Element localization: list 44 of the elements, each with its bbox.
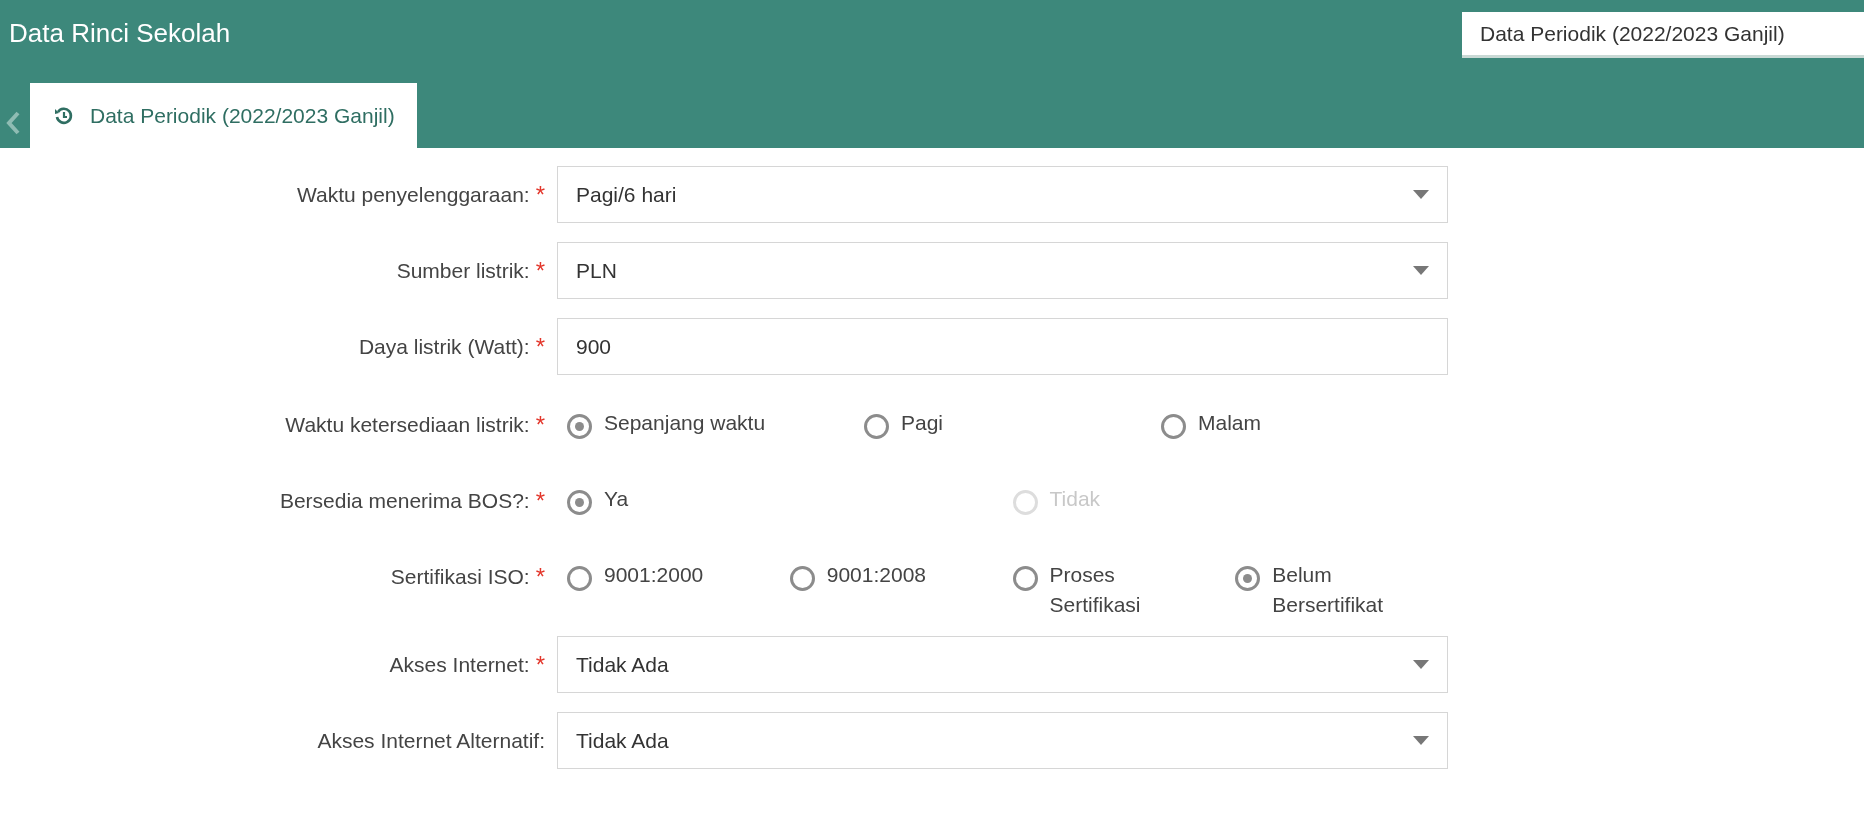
- dropdown-field[interactable]: PLN: [557, 242, 1448, 299]
- tab[interactable]: Data Periodik (2022/2023 Ganjil): [30, 83, 417, 148]
- required-mark: *: [535, 332, 545, 361]
- required-mark: *: [535, 563, 545, 591]
- page-title: Data Rinci Sekolah: [8, 17, 231, 49]
- radio-button[interactable]: [567, 566, 592, 591]
- field-label: Sumber listrik:: [396, 258, 530, 283]
- field-label: Bersedia menerima BOS?:: [279, 489, 530, 513]
- dropdown-field[interactable]: Tidak Ada: [557, 636, 1448, 693]
- radio-option[interactable]: Pagi: [854, 412, 1151, 439]
- radio-option[interactable]: 9001:2008: [779, 564, 1003, 620]
- radio-option[interactable]: Proses Sertifikasi: [1002, 564, 1226, 620]
- radio-button[interactable]: [1235, 566, 1261, 591]
- field-label: Waktu penyelenggaraan:: [296, 182, 530, 207]
- period-label: Data Periodik (2022/2023 Ganjil): [1462, 12, 1864, 58]
- dropdown-caret-icon: [1413, 735, 1429, 746]
- required-mark: *: [535, 256, 545, 285]
- radio-button[interactable]: [567, 414, 592, 439]
- history-icon: [54, 105, 74, 126]
- radio-button[interactable]: [1012, 566, 1038, 591]
- required-mark: *: [535, 180, 545, 209]
- input-field[interactable]: 900: [557, 318, 1448, 375]
- radio-option[interactable]: Sepanjang waktu: [557, 412, 854, 439]
- required-mark: *: [535, 487, 545, 515]
- radio-button[interactable]: [864, 414, 889, 439]
- radio-button[interactable]: [789, 566, 815, 591]
- required-mark: *: [535, 650, 545, 679]
- radio-option[interactable]: Belum Bersertifikat: [1225, 564, 1448, 620]
- field-label: Akses Internet Alternatif:: [317, 728, 545, 753]
- radio-button[interactable]: [1161, 414, 1186, 439]
- required-mark: *: [535, 411, 545, 439]
- radio-option[interactable]: Ya: [557, 488, 1003, 515]
- field-label: Sertifikasi ISO:: [390, 565, 530, 589]
- dropdown-field[interactable]: Pagi/6 hari: [557, 166, 1448, 223]
- field-label: Akses Internet:: [389, 652, 530, 677]
- dropdown-caret-icon: [1413, 265, 1429, 276]
- radio-button[interactable]: [567, 490, 592, 515]
- radio-option[interactable]: Malam: [1151, 412, 1448, 439]
- radio-option[interactable]: 9001:2000: [557, 564, 780, 620]
- dropdown-caret-icon: [1413, 189, 1429, 200]
- field-label: Daya listrik (Watt):: [358, 334, 530, 359]
- dropdown-caret-icon: [1413, 659, 1429, 670]
- dropdown-field[interactable]: Tidak Ada: [557, 712, 1448, 769]
- field-label: Waktu ketersediaan listrik:: [285, 413, 530, 437]
